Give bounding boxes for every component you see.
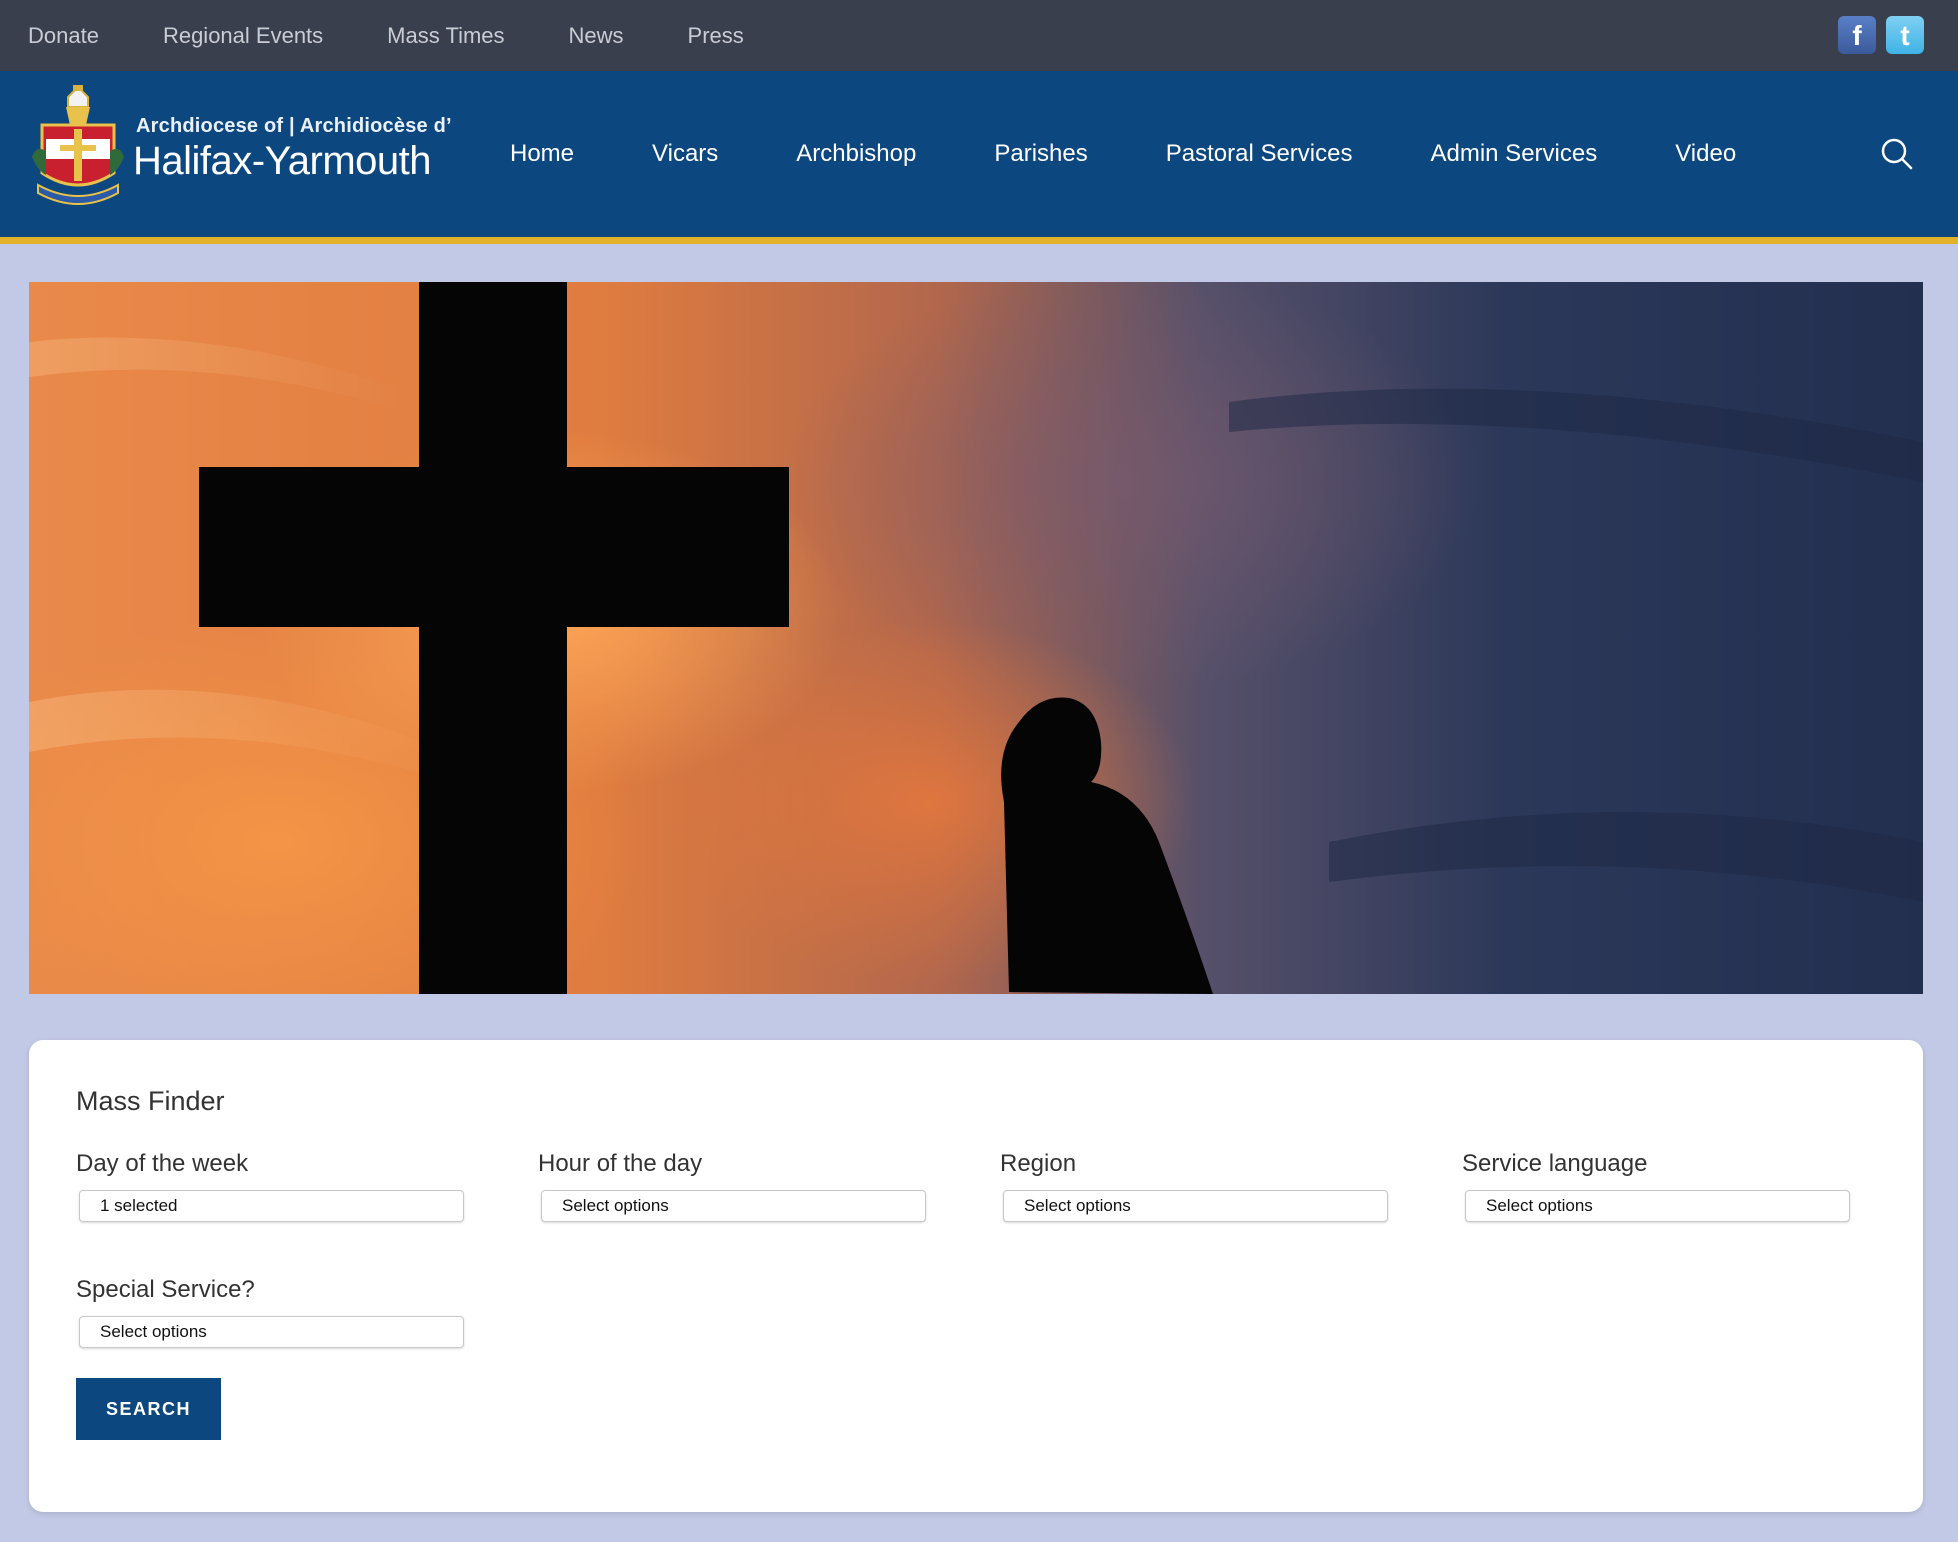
archdiocese-crest-logo[interactable] [28, 85, 128, 215]
nav-vicars[interactable]: Vicars [652, 140, 718, 168]
nav-video[interactable]: Video [1675, 140, 1736, 168]
day-of-week-select[interactable]: 1 selected [79, 1190, 464, 1222]
nav-parishes[interactable]: Parishes [994, 140, 1087, 168]
hour-of-day-label: Hour of the day [538, 1150, 703, 1177]
mass-finder-panel: Mass Finder Day of the week 1 selected H… [29, 1040, 1923, 1512]
twitter-glyph: t [1900, 20, 1910, 51]
region-label: Region [1000, 1150, 1077, 1177]
service-language-label: Service language [1462, 1150, 1648, 1177]
special-service-select[interactable]: Select options [79, 1316, 464, 1348]
twitter-icon[interactable]: t [1886, 16, 1924, 54]
hour-of-day-field: Hour of the day Select options [538, 1150, 928, 1222]
cross-silhouette-image [29, 282, 1923, 994]
nav-pastoral-services[interactable]: Pastoral Services [1166, 140, 1353, 168]
special-service-label: Special Service? [76, 1276, 255, 1303]
brand-subtitle[interactable]: Archdiocese of | Archidiocèse d’ [136, 115, 452, 138]
service-language-select[interactable]: Select options [1465, 1190, 1850, 1222]
hero-banner-image [29, 282, 1923, 994]
search-button[interactable]: SEARCH [76, 1378, 221, 1440]
main-header: Archdiocese of | Archidiocèse d’ Halifax… [0, 71, 1958, 244]
special-service-field: Special Service? Select options [76, 1276, 466, 1348]
donate-link[interactable]: Donate [28, 23, 99, 49]
nav-home[interactable]: Home [510, 140, 574, 168]
main-nav: Home Vicars Archbishop Parishes Pastoral… [510, 71, 1814, 237]
facebook-glyph: f [1852, 20, 1862, 51]
news-link[interactable]: News [569, 23, 624, 49]
facebook-icon[interactable]: f [1838, 16, 1876, 54]
nav-admin-services[interactable]: Admin Services [1430, 140, 1597, 168]
mass-finder-title: Mass Finder [76, 1086, 225, 1116]
nav-archbishop[interactable]: Archbishop [796, 140, 916, 168]
region-select[interactable]: Select options [1003, 1190, 1388, 1222]
region-field: Region Select options [1000, 1150, 1390, 1222]
brand-title[interactable]: Halifax-Yarmouth [133, 139, 432, 184]
social-links: f t [1828, 16, 1924, 54]
hour-of-day-select[interactable]: Select options [541, 1190, 926, 1222]
day-of-week-field: Day of the week 1 selected [76, 1150, 466, 1222]
top-utility-bar: Donate Regional Events Mass Times News P… [0, 0, 1958, 71]
crest-icon [32, 85, 124, 205]
day-of-week-label: Day of the week [76, 1150, 249, 1177]
press-link[interactable]: Press [688, 23, 744, 49]
regional-events-link[interactable]: Regional Events [163, 23, 323, 49]
mass-times-link[interactable]: Mass Times [387, 23, 504, 49]
service-language-field: Service language Select options [1462, 1150, 1852, 1222]
search-icon[interactable] [1880, 137, 1914, 171]
utility-links: Donate Regional Events Mass Times News P… [28, 0, 808, 71]
